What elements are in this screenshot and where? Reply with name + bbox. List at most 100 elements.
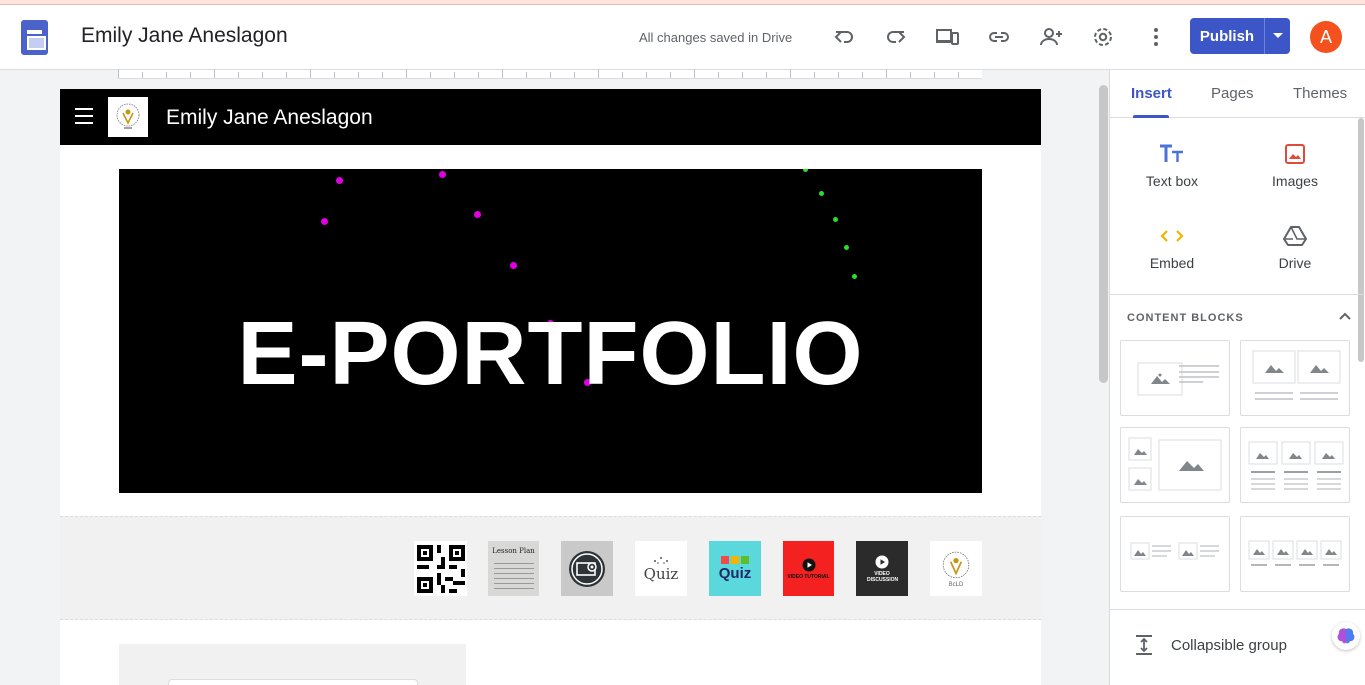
collapsible-group-label: Collapsible group xyxy=(1171,636,1287,654)
panel-tabs: Insert Pages Themes xyxy=(1110,70,1365,118)
ruler-tick xyxy=(742,72,743,78)
site-page-canvas[interactable]: Emily Jane Aneslagon E-PORTFOLIO Lesson … xyxy=(60,89,1041,685)
content-block-two-image-text[interactable] xyxy=(1120,516,1230,592)
document-title[interactable]: Emily Jane Aneslagon xyxy=(81,24,288,48)
ruler-tick xyxy=(598,69,599,78)
preview-devices-icon[interactable] xyxy=(929,19,965,55)
section-card[interactable] xyxy=(168,679,418,685)
save-status: All changes saved in Drive xyxy=(639,30,793,45)
particle-dot xyxy=(474,211,481,218)
panel-divider xyxy=(1110,609,1365,610)
assistant-extension-icon[interactable] xyxy=(1332,622,1360,650)
particle-dot xyxy=(833,217,838,222)
ruler-tick xyxy=(142,72,143,78)
ruler-tick xyxy=(550,72,551,78)
particle-dot xyxy=(439,171,446,178)
ruler-tick xyxy=(718,72,719,78)
ruler-tick xyxy=(262,72,263,78)
google-sites-logo-icon[interactable] xyxy=(21,20,48,55)
menu-icon[interactable] xyxy=(75,108,93,124)
thumbnail-lesson-plan[interactable]: Lesson Plan xyxy=(488,541,539,596)
insert-drive-button[interactable]: Drive xyxy=(1240,222,1350,271)
thumbnail-video-tutorial-label: VIDEO TUTORIAL xyxy=(787,573,830,580)
active-tab-indicator xyxy=(1133,115,1169,118)
content-block-four-images[interactable] xyxy=(1240,516,1350,592)
canvas-scrollbar[interactable] xyxy=(1099,85,1108,383)
ruler-tick xyxy=(190,72,191,78)
ruler-tick xyxy=(934,72,935,78)
app-header: Emily Jane Aneslagon All changes saved i… xyxy=(0,5,1365,70)
settings-icon[interactable] xyxy=(1085,19,1121,55)
content-block-image-text[interactable] xyxy=(1120,340,1230,416)
ruler-tick xyxy=(214,69,215,78)
insert-drive-label: Drive xyxy=(1278,255,1312,271)
ruler-tick xyxy=(358,72,359,78)
particle-dot xyxy=(852,274,857,279)
ruler-tick xyxy=(790,69,791,78)
hero-heading[interactable]: E-PORTFOLIO xyxy=(119,309,982,399)
link-icon[interactable] xyxy=(981,19,1017,55)
content-block-two-images[interactable] xyxy=(1240,340,1350,416)
tab-insert[interactable]: Insert xyxy=(1131,85,1172,102)
publish-options-caret-icon[interactable] xyxy=(1265,18,1290,54)
account-avatar[interactable]: A xyxy=(1310,21,1342,53)
ruler-tick xyxy=(958,72,959,78)
thumbnail-logo[interactable]: BcLD xyxy=(930,541,982,596)
thumbnail-video-discussion-label: VIDEO DISCUSSION xyxy=(867,570,899,583)
content-block-image-grid[interactable] xyxy=(1120,427,1230,503)
share-icon[interactable] xyxy=(1033,19,1069,55)
insert-collapsible-group-button[interactable]: Collapsible group xyxy=(1135,633,1287,657)
thumbnail-screen-recorder[interactable] xyxy=(561,541,613,596)
ruler-tick xyxy=(382,72,383,78)
particle-dot xyxy=(819,191,824,196)
particle-dot xyxy=(844,245,849,250)
insert-images-button[interactable]: Images xyxy=(1240,140,1350,189)
insert-images-label: Images xyxy=(1272,173,1318,189)
insert-text-box-button[interactable]: Text box xyxy=(1117,140,1227,189)
thumbnail-video-discussion[interactable]: VIDEO DISCUSSION xyxy=(856,541,908,596)
thumbnail-quiz-color[interactable]: Quiz xyxy=(709,541,761,596)
ruler-tick xyxy=(646,72,647,78)
content-block-three-columns[interactable] xyxy=(1240,427,1350,503)
ruler-tick xyxy=(310,69,311,78)
ruler-tick xyxy=(406,69,407,78)
more-vert-icon[interactable] xyxy=(1138,19,1174,55)
thumbnail-quiz-white[interactable]: Quiz xyxy=(635,541,687,596)
panel-scrollbar[interactable] xyxy=(1358,118,1364,362)
thumbnail-quiz-white-label: Quiz xyxy=(643,564,679,583)
chevron-up-icon[interactable] xyxy=(1337,308,1353,324)
publish-button-label[interactable]: Publish xyxy=(1190,18,1265,54)
ruler-tick xyxy=(670,72,671,78)
ruler-tick xyxy=(478,72,479,78)
redo-icon[interactable] xyxy=(878,19,914,55)
thumbnail-video-tutorial[interactable]: VIDEO TUTORIAL xyxy=(783,541,834,596)
ruler-tick xyxy=(526,72,527,78)
insert-panel: Insert Pages Themes Text box Images Embe… xyxy=(1109,70,1365,685)
undo-icon[interactable] xyxy=(826,19,862,55)
thumbnail-quiz-color-label: Quiz xyxy=(718,564,752,582)
ruler-tick xyxy=(622,72,623,78)
ruler-tick xyxy=(694,69,695,78)
ruler-tick xyxy=(910,72,911,78)
site-logo[interactable] xyxy=(108,97,148,137)
ruler-tick xyxy=(118,69,119,78)
particle-dot xyxy=(803,169,808,172)
particle-dot xyxy=(510,262,517,269)
tab-pages[interactable]: Pages xyxy=(1211,85,1254,102)
thumbnail-logo-label: BcLD xyxy=(948,581,964,588)
text-box-icon xyxy=(1117,140,1227,168)
drive-icon xyxy=(1240,222,1350,250)
site-title[interactable]: Emily Jane Aneslagon xyxy=(166,106,373,130)
ruler-tick xyxy=(886,69,887,78)
publish-button[interactable]: Publish xyxy=(1190,18,1290,54)
ruler-tick xyxy=(766,72,767,78)
ruler-tick xyxy=(430,72,431,78)
image-icon xyxy=(1240,140,1350,168)
ruler xyxy=(118,69,982,79)
tab-themes[interactable]: Themes xyxy=(1293,85,1347,102)
particle-dot xyxy=(336,177,343,184)
insert-embed-button[interactable]: Embed xyxy=(1117,222,1227,271)
thumbnail-qr-code[interactable] xyxy=(414,541,467,596)
content-blocks-heading: CONTENT BLOCKS xyxy=(1127,312,1244,324)
hero-banner[interactable]: E-PORTFOLIO xyxy=(119,169,982,493)
